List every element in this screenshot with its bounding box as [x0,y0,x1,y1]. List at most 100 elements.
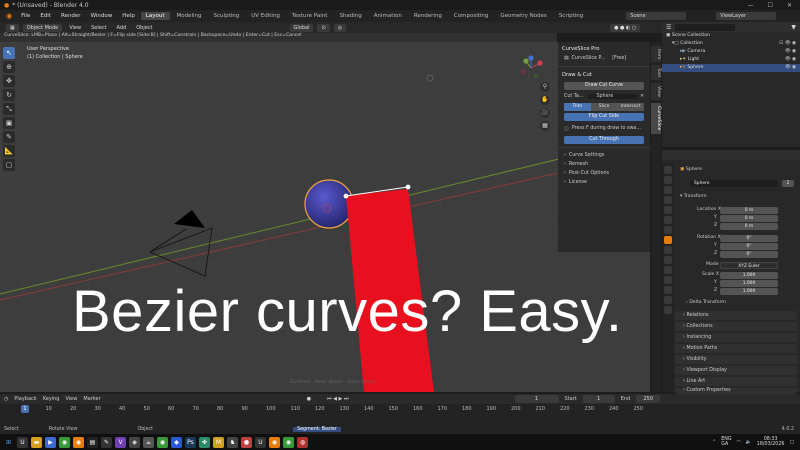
add-cube-tool-icon[interactable]: ▢ [3,159,15,171]
mode-slice[interactable]: Slice [590,103,618,111]
instancing-section[interactable]: › Instancing [675,333,797,342]
timeline-type-icon[interactable]: ◷ [4,396,8,402]
terminal-icon[interactable]: ▤ [87,436,98,448]
measure-tool-icon[interactable]: 📐 [3,145,15,157]
visibility-icon[interactable]: 👁 ◉ [785,64,796,72]
collection-props-icon[interactable] [664,226,672,234]
scale-z-field[interactable]: 1.000 [720,288,778,295]
rotation-y-field[interactable]: 0° [720,243,778,250]
clear-target-icon[interactable]: ✕ [640,94,644,99]
location-y-field[interactable]: 0 m [720,215,778,222]
tray-chevron-icon[interactable]: ⌃ [712,440,716,445]
menu-view[interactable]: View [66,25,84,31]
transform-header[interactable]: ▾ Transform [680,193,707,201]
app-icon[interactable]: ◍ [297,436,308,448]
outliner-sphere[interactable]: ▸▽ Sphere 👁 ◉ [662,64,800,72]
particles-props-icon[interactable] [664,256,672,264]
visual-studio-icon[interactable]: V [115,436,126,448]
subsection-post-cut[interactable]: › Post-Cut Options [558,169,650,178]
view-layer-selector[interactable]: ViewLayer [716,12,777,20]
app-icon[interactable]: ✤ [199,436,210,448]
maximize-button[interactable]: ☐ [768,2,773,9]
outliner-type-icon[interactable]: ☰ [666,24,671,31]
app-icon[interactable]: ☕ [143,436,154,448]
flip-cut-side-button[interactable]: Flip Cut Side [564,113,644,121]
snap-icon[interactable]: ⊙ [317,23,330,32]
tab-compositing[interactable]: Compositing [449,12,493,20]
menu-file[interactable]: File [17,13,34,19]
render-props-icon[interactable] [664,176,672,184]
clock[interactable]: 08:33 18/03/2026 [757,437,785,448]
mode-trim[interactable]: Trim [564,103,591,111]
output-props-icon[interactable] [664,186,672,194]
delta-transform-header[interactable]: › Delta Transform [686,299,726,307]
mode-selector[interactable]: Object Mode [22,23,63,32]
view-layer-props-icon[interactable] [664,196,672,204]
orientation-selector[interactable]: Global [289,23,314,32]
blender-taskbar-icon[interactable]: ◉ [73,436,84,448]
sphere-object[interactable] [304,179,354,229]
app-icon[interactable]: ◆ [171,436,182,448]
tab-texture-paint[interactable]: Texture Paint [287,12,333,20]
rotate-tool-icon[interactable]: ↻ [3,89,15,101]
pen-icon[interactable]: ✎ [101,436,112,448]
transform-tool-icon[interactable]: ▣ [3,117,15,129]
app-icon[interactable]: ◈ [129,436,140,448]
tab-uv-editing[interactable]: UV Editing [246,12,285,20]
subsection-license[interactable]: › License [558,178,650,187]
tab-item[interactable]: Item [651,46,661,63]
move-tool-icon[interactable]: ✥ [3,75,15,87]
visibility-icon[interactable]: 👁 ◉ [785,56,796,64]
app-icon[interactable]: ▶ [45,436,56,448]
close-button[interactable]: ✕ [787,2,792,9]
tab-geometry-nodes[interactable]: Geometry Nodes [495,12,551,20]
subsection-remesh[interactable]: › Remesh [558,160,650,169]
tab-curveslice[interactable]: CurveSlice [651,103,661,134]
app-icon[interactable]: ♞ [227,436,238,448]
object-name-field[interactable]: Sphere [690,180,778,187]
line-art-section[interactable]: › Line Art [675,377,797,386]
modifier-props-icon[interactable] [664,246,672,254]
scene-selector[interactable]: Scene [626,12,687,20]
menu-view-timeline[interactable]: View [65,396,77,402]
blender-menu-icon[interactable]: ◉ [3,12,15,20]
playback-controls[interactable]: ⏮ ◀ ▶ ⏭ [327,396,348,402]
outliner-light[interactable]: ▸✦ Light 👁 ◉ [662,56,800,64]
tab-rendering[interactable]: Rendering [409,12,447,20]
tab-layout[interactable]: Layout [140,12,170,20]
tab-scripting[interactable]: Scripting [554,12,588,20]
collections-section[interactable]: › Collections [675,322,797,331]
tool-props-icon[interactable] [664,166,672,174]
pan-hand-icon[interactable]: ✋ [540,95,550,105]
filter-icon[interactable]: ▼ [791,24,796,31]
cut-target-field[interactable]: Sphere [588,94,637,99]
app-icon[interactable]: ● [241,436,252,448]
menu-select[interactable]: Select [88,25,109,31]
tab-modeling[interactable]: Modeling [172,12,207,20]
menu-object[interactable]: Object [133,25,155,31]
menu-help[interactable]: Help [118,13,139,19]
scene-props-icon[interactable] [664,206,672,214]
scale-tool-icon[interactable]: ⤡ [3,103,15,115]
location-z-field[interactable]: 0 m [720,223,778,230]
world-props-icon[interactable] [664,216,672,224]
location-x-field[interactable]: 0 m [720,207,778,214]
end-frame-field[interactable]: 250 [636,395,661,403]
cut-through-button[interactable]: Cut Through [564,136,644,144]
language-indicator[interactable]: ENG GA [721,437,731,448]
unreal-icon[interactable]: U [17,436,28,448]
zoom-icon[interactable]: ⚲ [540,82,550,92]
object-props-icon[interactable] [664,236,672,244]
viewport-display-section[interactable]: › Viewport Display [675,366,797,375]
chrome-icon[interactable]: ◉ [157,436,168,448]
cursor-tool-icon[interactable]: ⊕ [3,61,15,73]
curve-point[interactable] [405,184,411,190]
outliner-scene-collection[interactable]: ▣ Scene Collection [662,32,800,40]
physics-props-icon[interactable] [664,266,672,274]
annotate-tool-icon[interactable]: ✎ [3,131,15,143]
select-tool-icon[interactable]: ↖ [3,47,15,59]
mode-intersect[interactable]: Intersect [617,103,645,111]
menu-playback[interactable]: Playback [14,396,36,402]
rotation-mode-select[interactable]: XYZ Euler [720,262,778,269]
blender-taskbar-icon[interactable]: ◉ [269,436,280,448]
